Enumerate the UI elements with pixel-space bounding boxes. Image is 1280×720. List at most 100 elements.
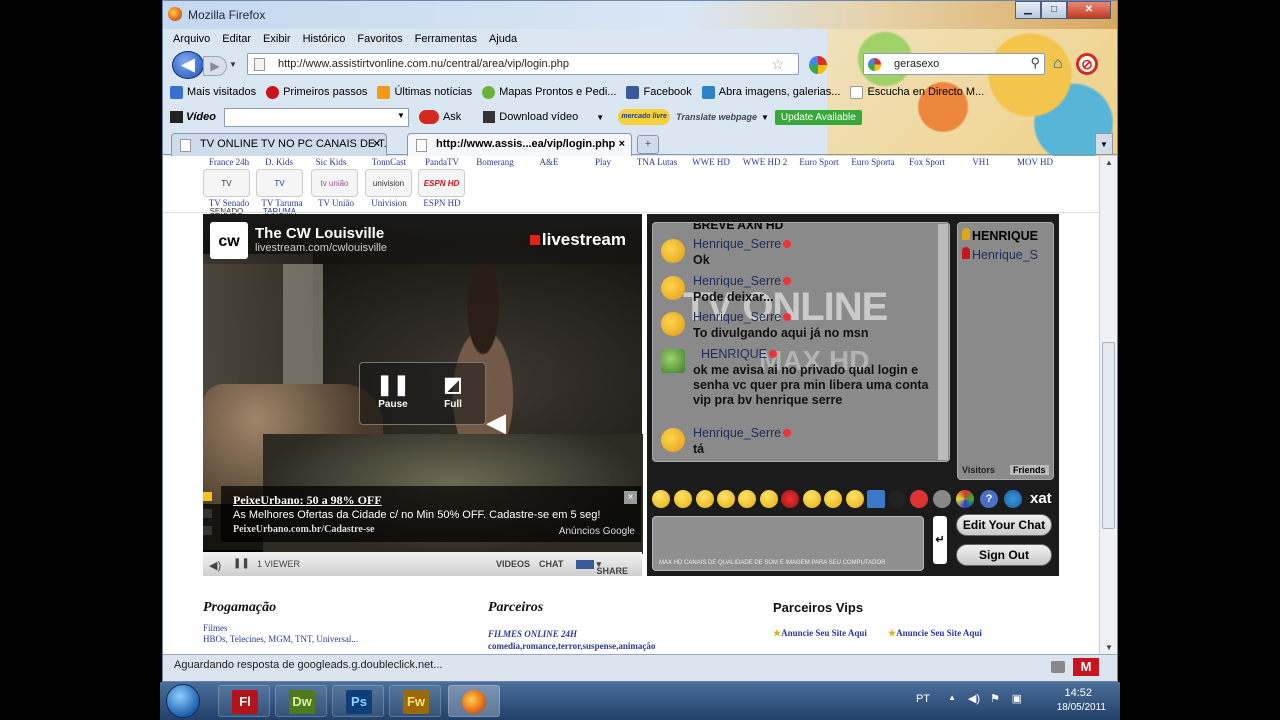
channel-label[interactable]: France 24h (203, 157, 255, 167)
video-search-dropdown[interactable]: ▼ (223, 107, 409, 127)
fullscreen-button[interactable]: ◩ Full (428, 373, 478, 410)
smiley-icon[interactable] (674, 490, 692, 508)
addon-icon[interactable] (1051, 661, 1065, 673)
search-engine-icon[interactable] (868, 58, 881, 71)
channel-label[interactable]: Sic Kids (305, 157, 357, 167)
google-ad-overlay[interactable]: PeixeUrbano: 50 a 98% OFF As Melhores Of… (221, 486, 641, 542)
taskbar-app-photoshop[interactable]: Ps (332, 685, 384, 717)
mercadolivre-button[interactable]: mercado livre (618, 109, 671, 125)
menu-ferramentas[interactable]: Ferramentas (415, 33, 477, 45)
send-button[interactable]: ↵ (933, 516, 947, 564)
channel-logo-univision[interactable]: univision (365, 169, 412, 197)
video-frame[interactable]: cw The CW Louisville livestream.com/cwlo… (203, 214, 643, 554)
help-icon[interactable]: ? (980, 490, 998, 508)
pause-icon[interactable]: ❚❚ (233, 558, 250, 569)
video-player[interactable]: cw The CW Louisville livestream.com/cwlo… (203, 214, 643, 576)
channel-logo-tv-uniao[interactable]: tv união (311, 169, 358, 197)
channel-label[interactable]: Univision (363, 198, 415, 208)
footer-link[interactable]: HBOs, Telecines, MGM, TNT, Universal... (203, 634, 358, 644)
footer-link[interactable]: Filmes (203, 623, 228, 633)
eightball-icon[interactable] (888, 490, 906, 508)
sticker-icon[interactable] (867, 490, 885, 508)
search-input[interactable]: gerasexo ⚲ (863, 53, 1045, 75)
footer-link[interactable]: FILMES ONLINE 24H (488, 629, 577, 639)
angry-smiley-icon[interactable] (781, 490, 799, 508)
chevron-down-icon[interactable]: ▼ (596, 113, 604, 122)
pause-button[interactable]: ❚❚ Pause (368, 373, 418, 410)
channel-label[interactable]: WWE HD (685, 157, 737, 167)
ad-sponsor[interactable]: Anúncios Google (559, 526, 635, 537)
channel-label[interactable]: WWE HD 2 (739, 157, 791, 167)
volume-icon[interactable]: ◀) (209, 559, 221, 572)
footer-link[interactable]: ★Anuncie Seu Site Aqui (773, 628, 867, 639)
channel-label[interactable]: TonnCast (363, 157, 415, 167)
channel-logo-espn-hd[interactable]: ESPN HD (418, 169, 465, 197)
download-video-button[interactable]: Download vídeo (483, 111, 578, 123)
close-button[interactable]: ✕ (1067, 1, 1111, 19)
ad-title[interactable]: PeixeUrbano: 50 a 98% OFF (233, 493, 382, 508)
channel-label[interactable]: A&E (523, 157, 575, 167)
taskbar-app-fireworks[interactable]: Fw (389, 685, 441, 717)
google-icon[interactable] (809, 56, 827, 74)
history-dropdown-icon[interactable]: ▼ (229, 56, 241, 74)
language-indicator[interactable]: PT (916, 693, 930, 705)
clock-time[interactable]: 14:52 (1064, 687, 1092, 699)
scroll-up-icon[interactable]: ▲ (1105, 158, 1113, 167)
channel-logo-tv-senado[interactable]: TV SENADO (203, 169, 250, 216)
chat-message-input[interactable]: MAX HD CANAIS DE QUALIDADE DE SOM E IMAG… (652, 516, 924, 571)
sticker-icon[interactable] (933, 490, 951, 508)
videos-button[interactable]: VIDEOS (496, 559, 530, 569)
footer-link[interactable]: comedia,romance,terror,suspense,animação (488, 641, 655, 651)
bookmark-ultimas-noticias[interactable]: Últimas notícias (377, 85, 472, 99)
clock-date[interactable]: 18/05/2011 (1057, 702, 1106, 713)
channel-label[interactable]: ESPN HD (416, 198, 468, 208)
sign-out-button[interactable]: Sign Out (956, 544, 1052, 566)
close-ad-icon[interactable]: × (624, 491, 637, 504)
channel-label[interactable]: Play (577, 157, 629, 167)
back-button[interactable]: ◀ (172, 51, 204, 79)
page-scrollbar[interactable]: ▲ ▼ (1099, 156, 1117, 654)
channel-label[interactable]: TV Senado (203, 198, 255, 208)
smiley-icon[interactable] (696, 490, 714, 508)
globe-icon[interactable] (1004, 490, 1022, 508)
menu-historico[interactable]: Histórico (303, 33, 346, 45)
volume-icon[interactable]: ◀) (968, 692, 980, 705)
show-hidden-icons[interactable]: ▲ (948, 693, 956, 702)
list-all-tabs-button[interactable]: ▼ (1095, 133, 1113, 155)
close-tab-icon[interactable]: × (374, 138, 380, 150)
footer-link[interactable]: ★Anuncie Seu Site Aqui (888, 628, 982, 639)
share-button[interactable]: SHARE ▾ (576, 559, 628, 576)
channel-label[interactable]: Fox Sport (901, 157, 953, 167)
taskbar-app-firefox[interactable] (448, 685, 500, 717)
menu-ajuda[interactable]: Ajuda (489, 33, 517, 45)
smiley-icon[interactable] (717, 490, 735, 508)
tab-tv-online[interactable]: TV ONLINE TV NO PC CANAIS DE T... × (171, 133, 387, 156)
scroll-down-icon[interactable]: ▼ (1105, 643, 1113, 652)
sticker-icon[interactable] (910, 490, 928, 508)
mcafee-icon[interactable]: M (1073, 658, 1099, 676)
xat-logo[interactable]: xat (1030, 490, 1052, 507)
chat-scrollbar[interactable] (938, 224, 948, 460)
edit-your-chat-button[interactable]: Edit Your Chat (956, 514, 1052, 536)
avatar[interactable] (661, 312, 685, 336)
bookmark-mapas[interactable]: Mapas Prontos e Pedi... (482, 85, 616, 99)
avatar[interactable] (661, 349, 685, 373)
translate-button[interactable]: Translate webpage (676, 112, 757, 122)
tab-login[interactable]: http://www.assis...ea/vip/login.php × (407, 133, 632, 156)
flag-icon[interactable]: ⚑ (990, 692, 1000, 705)
menu-favoritos[interactable]: Favoritos (357, 33, 402, 45)
channel-label[interactable]: VH1 (955, 157, 1007, 167)
tab-visitors[interactable]: Visitors (962, 465, 995, 475)
channel-label[interactable]: TV Taruma (256, 198, 308, 208)
channel-label[interactable]: MOV HD (1009, 157, 1061, 167)
chat-button[interactable]: CHAT (539, 559, 563, 569)
channel-label[interactable]: TV União (310, 198, 362, 208)
bookmark-escucha[interactable]: Escucha en Directo M... (850, 85, 984, 99)
bookmark-abra-imagens[interactable]: Abra imagens, galerias... (701, 85, 840, 99)
close-tab-icon[interactable]: × (619, 138, 625, 150)
update-available-button[interactable]: Update Available (774, 109, 862, 125)
menu-exibir[interactable]: Exibir (263, 33, 291, 45)
new-tab-button[interactable]: + (637, 135, 659, 154)
tab-friends[interactable]: Friends (1010, 465, 1049, 475)
smiley-icon[interactable] (803, 490, 821, 508)
